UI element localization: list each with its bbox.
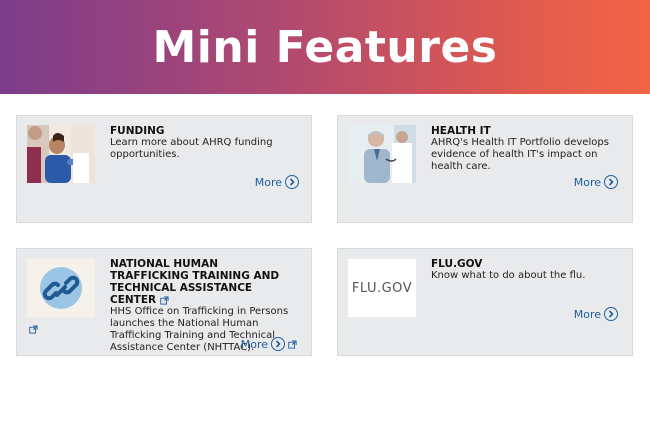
more-link[interactable]: More bbox=[574, 175, 618, 189]
external-link-icon bbox=[160, 294, 169, 306]
card-title[interactable]: FLU.GOV bbox=[431, 258, 620, 270]
card-body: FUNDING Learn more about AHRQ funding op… bbox=[110, 125, 299, 161]
funding-photo[interactable] bbox=[27, 125, 95, 183]
feature-card-nhttac: NATIONAL HUMAN TRAFFICKING TRAINING AND … bbox=[16, 248, 312, 356]
more-label: More bbox=[573, 175, 601, 189]
card-title[interactable]: NATIONAL HUMAN TRAFFICKING TRAINING AND … bbox=[110, 258, 299, 306]
more-label: More bbox=[254, 175, 282, 189]
card-description: Know what to do about the flu. bbox=[431, 270, 586, 281]
card-body: FLU.GOV Know what to do about the flu. bbox=[431, 258, 620, 282]
feature-card-health-it: HEALTH IT AHRQ's Health IT Portfolio dev… bbox=[337, 115, 633, 223]
flu-gov-logo-text: FLU.GOV bbox=[351, 280, 413, 296]
feature-card-funding: FUNDING Learn more about AHRQ funding op… bbox=[16, 115, 312, 223]
chevron-right-circle-icon bbox=[285, 175, 299, 189]
card-title[interactable]: FUNDING bbox=[110, 125, 299, 137]
card-title[interactable]: HEALTH IT bbox=[431, 125, 620, 137]
more-link[interactable]: More bbox=[255, 175, 299, 189]
flu-gov-logo[interactable]: FLU.GOV bbox=[348, 259, 416, 317]
more-link[interactable]: More bbox=[574, 307, 618, 321]
mini-features-banner: Mini Features bbox=[0, 0, 650, 94]
external-link-icon[interactable] bbox=[29, 319, 38, 338]
chevron-right-circle-icon bbox=[604, 175, 618, 189]
chevron-right-circle-icon bbox=[604, 307, 618, 321]
chevron-right-circle-icon bbox=[271, 337, 285, 351]
page-title: Mini Features bbox=[152, 21, 498, 73]
more-label: More bbox=[240, 337, 268, 351]
card-title-text: NATIONAL HUMAN TRAFFICKING TRAINING AND … bbox=[110, 258, 280, 306]
health-it-photo[interactable] bbox=[348, 125, 416, 183]
card-description: AHRQ's Health IT Portfolio develops evid… bbox=[431, 137, 609, 172]
nhttac-logo[interactable] bbox=[27, 259, 95, 317]
more-label: More bbox=[573, 307, 601, 321]
feature-card-flu-gov: FLU.GOV FLU.GOV Know what to do about th… bbox=[337, 248, 633, 356]
more-link[interactable]: More bbox=[241, 337, 297, 351]
external-link-icon bbox=[288, 338, 297, 351]
card-body: HEALTH IT AHRQ's Health IT Portfolio dev… bbox=[431, 125, 620, 173]
card-description: Learn more about AHRQ funding opportunit… bbox=[110, 137, 273, 160]
